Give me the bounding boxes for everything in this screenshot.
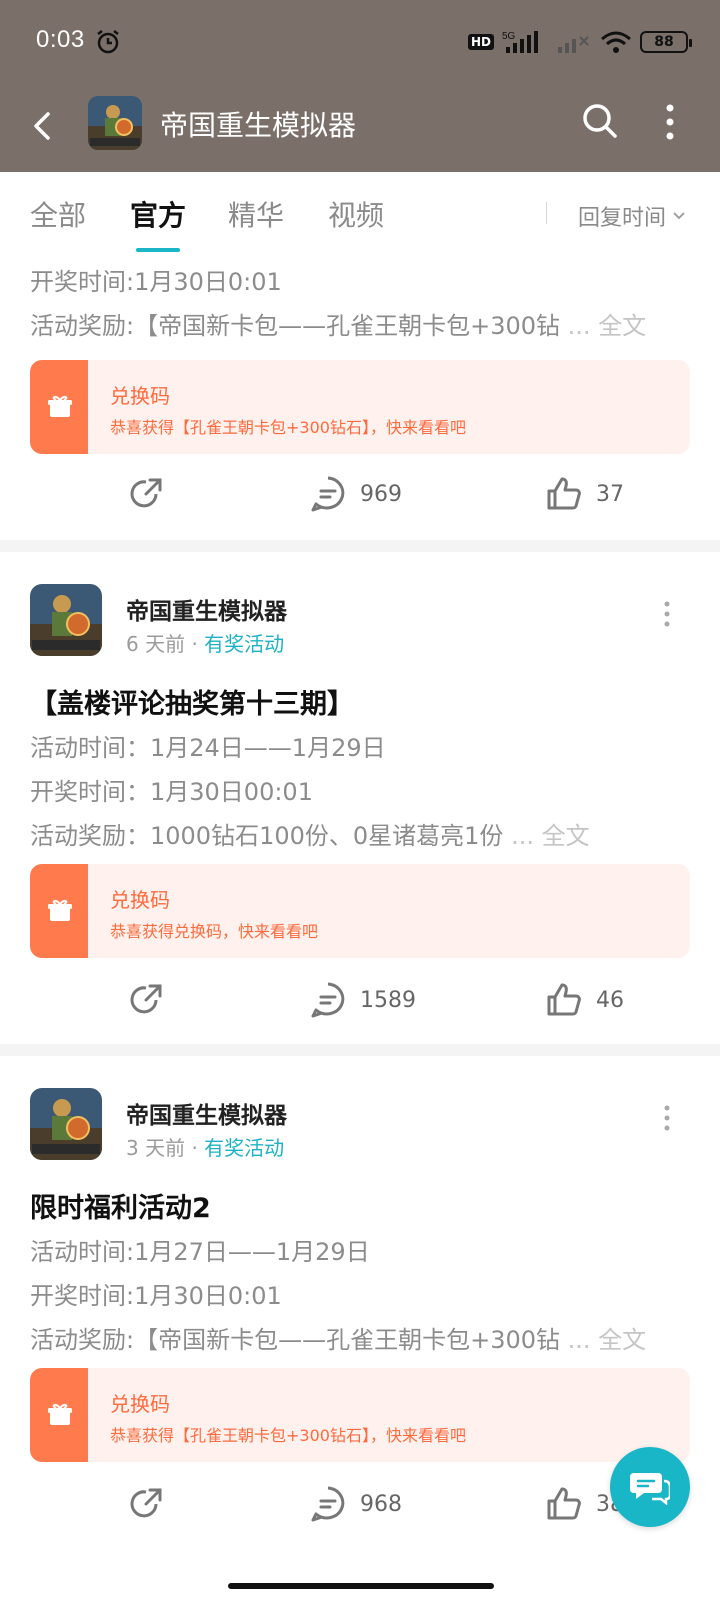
share-button[interactable]: [126, 978, 166, 1022]
tab-featured[interactable]: 精华: [228, 194, 284, 234]
gift-icon: [48, 395, 72, 417]
redeem-title: 兑换码: [110, 888, 170, 912]
post-meta: 3 天前 · 有奖活动: [126, 1136, 285, 1160]
app-header: 0:03 HD 5G 88 帝国重生模拟器: [0, 0, 720, 172]
signal-weak-icon: [558, 36, 589, 53]
post-line: 活动时间：1月24日——1月29日: [30, 734, 386, 762]
sort-dropdown[interactable]: 回复时间: [578, 200, 686, 232]
post-tag[interactable]: 有奖活动: [204, 1136, 284, 1160]
share-button[interactable]: [126, 1482, 166, 1526]
svg-text:5G: 5G: [502, 31, 516, 42]
like-count: 37: [596, 481, 624, 507]
comment-icon: [311, 1486, 345, 1522]
redeem-subtitle: 恭喜获得【孔雀王朝卡包+300钻石】，快来看看吧: [110, 1426, 466, 1445]
hd-badge: HD: [467, 34, 494, 50]
home-indicator[interactable]: [228, 1583, 494, 1589]
comment-icon: [311, 982, 345, 1018]
chevron-down-icon: [673, 212, 685, 220]
comment-count: 1589: [360, 987, 416, 1013]
post-line: 活动时间:1月27日——1月29日: [30, 1238, 370, 1266]
comment-count: 968: [360, 1491, 402, 1517]
comment-button[interactable]: 1589: [308, 978, 416, 1022]
status-bar: 0:03 HD 5G 88: [0, 0, 720, 86]
gift-icon: [48, 1403, 72, 1425]
author-name[interactable]: 帝国重生模拟器: [126, 592, 287, 626]
like-icon: [547, 477, 581, 510]
redeem-subtitle: 恭喜获得兑换码，快来看看吧: [110, 922, 319, 941]
nav-title: 帝国重生模拟器: [160, 109, 357, 142]
app-thumbnail[interactable]: [88, 96, 142, 150]
redeem-card[interactable]: 兑换码 恭喜获得【孔雀王朝卡包+300钻石】，快来看看吧: [30, 360, 690, 454]
redeem-subtitle: 恭喜获得【孔雀王朝卡包+300钻石】，快来看看吧: [110, 418, 466, 437]
post-meta: 6 天前 · 有奖活动: [126, 632, 285, 656]
post-actions: 969 37: [0, 472, 720, 522]
post-line: 活动奖励:【帝国新卡包——孔雀王朝卡包+300钻 ... 全文: [30, 1326, 647, 1354]
more-icon[interactable]: [654, 100, 686, 144]
post-tag[interactable]: 有奖活动: [204, 632, 284, 656]
post-line: 开奖时间:1月30日0:01: [30, 1282, 282, 1310]
back-icon[interactable]: [26, 106, 58, 146]
post-line: 开奖时间：1月30日00:01: [30, 778, 313, 806]
tab-video[interactable]: 视频: [328, 194, 384, 234]
like-button[interactable]: 37: [544, 472, 624, 516]
comment-icon: [311, 476, 345, 512]
like-icon: [547, 983, 581, 1016]
like-button[interactable]: 46: [544, 978, 624, 1022]
post-line: 开奖时间:1月30日0:01: [30, 268, 282, 296]
chat-fab-icon: [630, 1473, 670, 1505]
tab-official[interactable]: 官方: [130, 194, 186, 234]
post-title[interactable]: 【盖楼评论抽奖第十三期】: [30, 682, 354, 721]
signal-5g-icon: 5G: [502, 31, 538, 53]
post-more-icon[interactable]: [660, 600, 674, 628]
sort-label: 回复时间: [578, 206, 667, 231]
share-icon: [130, 984, 162, 1014]
search-icon[interactable]: [580, 101, 620, 141]
post-title[interactable]: 限时福利活动2: [30, 1186, 211, 1225]
wifi-icon: [601, 31, 631, 53]
tab-indicator: [136, 248, 180, 252]
redeem-card[interactable]: 兑换码 恭喜获得兑换码，快来看看吧: [30, 864, 690, 958]
tab-all[interactable]: 全部: [30, 194, 86, 234]
avatar[interactable]: [30, 584, 102, 656]
like-icon: [547, 1487, 581, 1520]
comment-button[interactable]: 968: [308, 1482, 402, 1526]
gift-icon: [48, 899, 72, 921]
share-icon: [130, 1488, 162, 1518]
comment-button[interactable]: 969: [308, 472, 402, 516]
fulltext-link[interactable]: 全文: [598, 312, 646, 340]
nav-bar: 帝国重生模拟器: [0, 86, 720, 172]
tab-bar: 全部 官方 精华 视频 回复时间: [0, 172, 720, 258]
fulltext-link[interactable]: 全文: [598, 1326, 646, 1354]
fulltext-link[interactable]: 全文: [542, 822, 590, 850]
alarm-icon: [97, 30, 119, 54]
post-line: 活动奖励：1000钻石100份、0星诸葛亮1份 ... 全文: [30, 822, 590, 850]
chat-fab-button[interactable]: [610, 1447, 690, 1527]
like-count: 46: [596, 987, 624, 1013]
redeem-title: 兑换码: [110, 384, 170, 408]
post-actions: 1589 46: [0, 978, 720, 1028]
avatar[interactable]: [30, 1088, 102, 1160]
post-separator: [0, 540, 720, 552]
battery-indicator: 88: [640, 31, 692, 53]
status-icons: HD 5G 88: [467, 28, 692, 56]
share-button[interactable]: [126, 472, 166, 516]
post-more-icon[interactable]: [660, 1104, 674, 1132]
post-line: 活动奖励:【帝国新卡包——孔雀王朝卡包+300钻 ... 全文: [30, 312, 647, 340]
redeem-title: 兑换码: [110, 1392, 170, 1416]
post-separator: [0, 1044, 720, 1056]
share-icon: [130, 478, 162, 508]
status-time: 0:03: [36, 26, 85, 53]
comment-count: 969: [360, 481, 402, 507]
author-name[interactable]: 帝国重生模拟器: [126, 1096, 287, 1130]
tab-divider: [546, 202, 547, 224]
redeem-card[interactable]: 兑换码 恭喜获得【孔雀王朝卡包+300钻石】，快来看看吧: [30, 1368, 690, 1462]
